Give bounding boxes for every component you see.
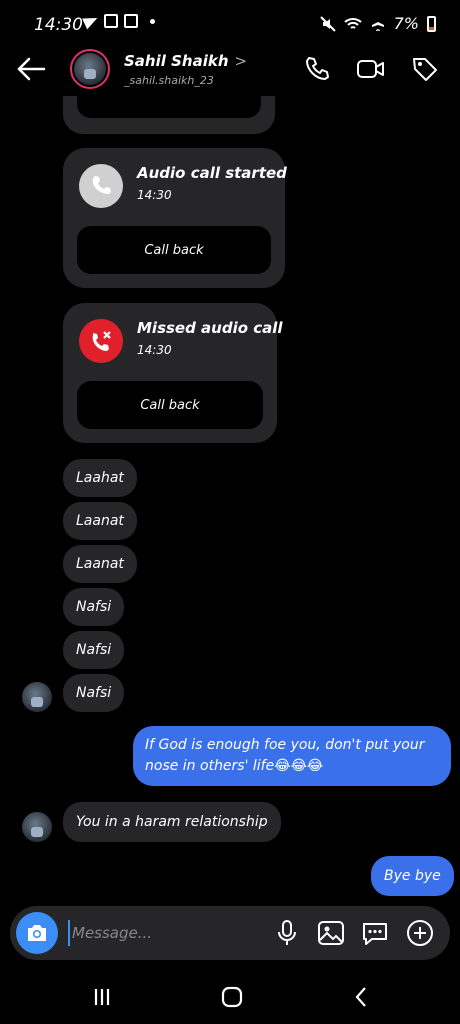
- sent-message-bubble[interactable]: Bye bye: [371, 856, 454, 896]
- audio-call-icon: [79, 164, 123, 208]
- notification-icons: [82, 12, 155, 30]
- call-title: Missed audio call: [137, 319, 283, 337]
- recent-apps-icon[interactable]: [88, 984, 116, 1010]
- previous-call-card: [63, 96, 275, 134]
- gallery-notification-icon: [104, 14, 118, 28]
- telegram-icon: [82, 12, 100, 30]
- missed-call-icon: [79, 319, 123, 363]
- message-input[interactable]: [68, 920, 258, 946]
- sender-avatar[interactable]: [22, 812, 52, 842]
- contact-name: Sahil Shaikh: [124, 52, 229, 70]
- back-nav-icon[interactable]: [348, 984, 376, 1010]
- microphone-icon[interactable]: [272, 918, 302, 948]
- battery-percent: 7%: [393, 14, 419, 33]
- system-icons: 7%: [319, 14, 436, 33]
- message-bubble[interactable]: You in a haram relationship: [63, 802, 281, 842]
- message-bubble[interactable]: Laanat: [63, 545, 137, 583]
- chat-header: Sahil Shaikh > _sahil.shaikh_23: [0, 46, 460, 96]
- status-time: 14:30: [34, 15, 83, 35]
- airplane-icon: [371, 16, 384, 31]
- call-back-button[interactable]: Call back: [77, 381, 263, 429]
- sender-avatar[interactable]: [22, 682, 52, 712]
- call-card: Audio call started 14:30 Call back: [63, 148, 287, 288]
- contact-username: _sahil.shaikh_23: [124, 74, 214, 87]
- mute-icon: [319, 15, 336, 32]
- avatar[interactable]: [70, 49, 110, 89]
- avatar-image: [74, 53, 106, 85]
- phone-icon[interactable]: [302, 54, 332, 84]
- tag-icon[interactable]: [410, 54, 440, 84]
- status-bar: 14:30 7%: [0, 0, 460, 48]
- app-notification-icon: [124, 14, 138, 28]
- sticker-chat-icon[interactable]: [360, 918, 390, 948]
- chevron-right-icon: >: [234, 52, 248, 70]
- home-icon[interactable]: [218, 984, 246, 1010]
- more-notifications-icon: [150, 18, 155, 24]
- gallery-icon[interactable]: [316, 918, 346, 948]
- message-bubble[interactable]: Nafsi: [63, 631, 125, 669]
- message-bubble[interactable]: Nafsi: [63, 674, 125, 712]
- contact-name-row[interactable]: Sahil Shaikh >: [124, 52, 247, 70]
- back-arrow-icon[interactable]: [16, 56, 46, 82]
- message-bubble[interactable]: Nafsi: [63, 588, 125, 626]
- call-title: Audio call started: [137, 164, 287, 182]
- add-icon[interactable]: [405, 918, 435, 948]
- message-composer: [10, 906, 450, 960]
- sent-message-bubble[interactable]: If God is enough foe you, don't put your…: [133, 726, 451, 786]
- missed-call-card: Missed audio call 14:30 Call back: [63, 303, 283, 443]
- camera-icon: [28, 925, 46, 941]
- system-navigation-bar: [0, 972, 460, 1024]
- camera-button[interactable]: [16, 912, 58, 954]
- call-time: 14:30: [137, 343, 172, 357]
- video-call-icon[interactable]: [356, 54, 386, 84]
- message-bubble[interactable]: Laahat: [63, 459, 137, 497]
- wifi-icon: [343, 17, 362, 29]
- call-back-button[interactable]: Call back: [77, 226, 271, 274]
- battery-icon: [427, 15, 436, 32]
- call-time: 14:30: [137, 188, 172, 202]
- message-bubble[interactable]: Laanat: [63, 502, 137, 540]
